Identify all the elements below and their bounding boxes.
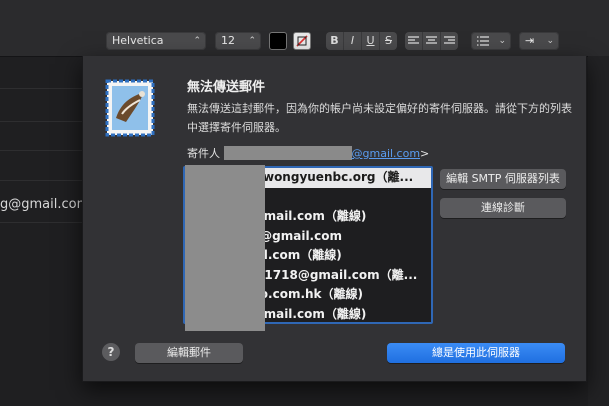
edit-message-button[interactable]: 編輯郵件	[135, 343, 243, 363]
underline-button[interactable]: U	[362, 32, 380, 50]
list-divider	[0, 150, 82, 151]
redacted-block	[185, 165, 265, 331]
background-list-text: g@gmail.com	[0, 197, 90, 212]
align-center-icon[interactable]	[423, 32, 441, 50]
no-color-icon	[296, 35, 308, 47]
background-panel	[588, 56, 609, 406]
align-left-icon[interactable]	[405, 32, 423, 50]
edit-smtp-server-list-button[interactable]: 編輯 SMTP 伺服器列表	[440, 169, 566, 189]
mail-app-icon	[105, 79, 155, 137]
list-divider	[0, 121, 82, 122]
sender-suffix: >	[420, 147, 430, 160]
indent-icon: ⇥	[525, 34, 535, 47]
bold-button[interactable]: B	[326, 32, 344, 50]
text-style-group: B I U S	[326, 32, 397, 50]
list-divider	[0, 222, 82, 223]
sender-address-link[interactable]: @gmail.com	[352, 147, 421, 160]
font-family-select[interactable]: Helvetica ⌃	[106, 32, 206, 50]
dialog-title: 無法傳送郵件	[187, 80, 266, 95]
background-color-swatch[interactable]	[293, 32, 311, 50]
strikethrough-button[interactable]: S	[380, 32, 397, 50]
dialog-description: 無法傳送這封郵件，因為你的帳户尚未設定偏好的寄件伺服器。請從下方的列表中選擇寄件…	[187, 102, 572, 134]
sender-label: 寄件人	[187, 147, 220, 160]
format-toolbar: Helvetica ⌃ 12 ⌃ B I U S ⌄ ⇥ ⌄	[0, 0, 609, 57]
font-family-value: Helvetica	[112, 34, 164, 47]
indent-select[interactable]: ⇥ ⌄	[519, 32, 559, 50]
updown-icon: ⌃	[248, 36, 256, 46]
redacted-block	[223, 146, 352, 160]
chevron-down-icon: ⌄	[498, 36, 506, 46]
list-divider	[0, 180, 82, 181]
font-size-select[interactable]: 12 ⌃	[215, 32, 261, 50]
chevron-down-icon: ⌄	[546, 36, 554, 46]
sender-line: 寄件人 @gmail.com>	[187, 145, 429, 161]
font-size-value: 12	[221, 34, 235, 47]
list-style-select[interactable]: ⌄	[471, 32, 511, 50]
connection-doctor-button[interactable]: 連線診斷	[440, 198, 566, 218]
align-right-icon[interactable]	[441, 32, 458, 50]
italic-button[interactable]: I	[344, 32, 362, 50]
always-use-server-button[interactable]: 總是使用此伺服器	[387, 343, 565, 363]
help-button[interactable]: ?	[102, 343, 120, 361]
text-color-swatch[interactable]	[269, 32, 287, 50]
list-icon	[477, 36, 489, 46]
updown-icon: ⌃	[193, 36, 201, 46]
alignment-group	[405, 32, 458, 50]
list-divider	[0, 88, 82, 89]
